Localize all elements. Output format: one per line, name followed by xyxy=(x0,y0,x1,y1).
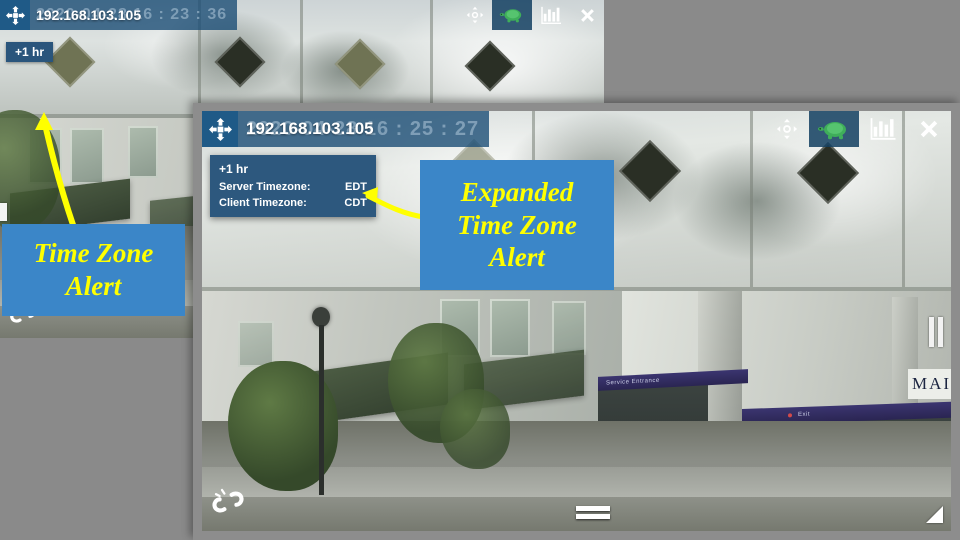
callout-expanded-time-zone-alert: Expanded Time Zone Alert xyxy=(420,160,614,290)
timezone-badge-back[interactable]: +1 hr xyxy=(6,42,54,62)
titlebar-back[interactable]: 2020-04-28 16 : 23 : 36 192.168.103.105 xyxy=(0,0,604,30)
scene-window xyxy=(128,126,158,178)
scene-sign-main: MAIN xyxy=(908,369,951,399)
titlebar-datetime-wrap-front: 2020-04-28 16 : 25 : 27 192.168.103.105 xyxy=(246,111,479,147)
titlebar-left-front: 2020-04-28 16 : 25 : 27 192.168.103.105 xyxy=(202,111,490,147)
pan-icon[interactable] xyxy=(765,111,809,147)
scene-exit-dot xyxy=(788,413,792,418)
unlink-icon-front[interactable] xyxy=(210,486,246,523)
scene-sign-service-entrance-text: Service Entrance xyxy=(606,377,660,387)
close-icon[interactable] xyxy=(570,0,604,30)
titlebar-ip-address: 192.168.103.105 xyxy=(246,119,374,138)
bar-chart-icon[interactable] xyxy=(532,0,570,30)
screenshot-stage: 2020-04-28 16 : 23 : 36 192.168.103.105 xyxy=(0,0,960,540)
callout-line: Time Zone xyxy=(457,209,577,240)
bar-chart-icon[interactable] xyxy=(859,111,907,147)
titlebar-datetime-wrap-back: 2020-04-28 16 : 23 : 36 192.168.103.105 xyxy=(36,0,227,30)
pause-button-front[interactable] xyxy=(929,317,943,347)
callout-line: Alert xyxy=(489,242,545,273)
turtle-icon[interactable] xyxy=(809,111,859,147)
timezone-badge-label: +1 hr xyxy=(15,45,45,59)
scene-window xyxy=(490,299,530,357)
close-icon[interactable] xyxy=(907,111,951,147)
timezone-row-client-label: Client Timezone: xyxy=(219,197,307,209)
expand-icon[interactable] xyxy=(0,0,30,30)
scene-lamp-head xyxy=(312,307,330,327)
titlebar-toolbar-back[interactable] xyxy=(458,0,604,30)
pause-bar xyxy=(938,317,943,347)
timezone-row-client: Client Timezone: CDT xyxy=(219,197,367,209)
callout-line: Expanded xyxy=(460,176,574,207)
scene-sign-main-text: MAIN xyxy=(912,374,951,393)
callout-line: Time Zone xyxy=(33,238,154,269)
timezone-row-server-value: EDT xyxy=(345,181,367,193)
timezone-row-client-value: CDT xyxy=(344,197,367,209)
titlebar-ip-address: 192.168.103.105 xyxy=(36,7,142,23)
scene-window xyxy=(552,301,586,355)
pan-icon[interactable] xyxy=(458,0,492,30)
scene-sign-exit-text: Exit xyxy=(798,411,811,419)
scene-window xyxy=(70,128,104,184)
scene-lamp-pole xyxy=(319,325,324,495)
seek-marker-left-back[interactable] xyxy=(0,203,7,221)
turtle-icon[interactable] xyxy=(492,0,532,30)
pause-bar xyxy=(929,317,934,347)
scene-tree xyxy=(440,389,510,469)
menu-bar xyxy=(576,506,610,511)
menu-button-front[interactable] xyxy=(576,506,610,519)
callout-line: Alert xyxy=(65,271,122,301)
resize-grip-front[interactable] xyxy=(926,506,943,523)
titlebar-toolbar-front[interactable] xyxy=(765,111,951,147)
timezone-panel-front[interactable]: +1 hr Server Timezone: EDT Client Timezo… xyxy=(210,155,376,217)
timezone-row-server: Server Timezone: EDT xyxy=(219,181,367,193)
timezone-row-server-label: Server Timezone: xyxy=(219,181,311,193)
timezone-panel-header: +1 hr xyxy=(219,162,249,176)
expand-icon[interactable] xyxy=(202,111,238,147)
menu-bar xyxy=(576,514,610,519)
callout-time-zone-alert: Time Zone Alert xyxy=(2,224,185,316)
titlebar-left-back: 2020-04-28 16 : 23 : 36 192.168.103.105 xyxy=(0,0,238,30)
scene-window xyxy=(238,321,274,367)
titlebar-front[interactable]: 2020-04-28 16 : 25 : 27 192.168.103.105 xyxy=(202,111,951,147)
